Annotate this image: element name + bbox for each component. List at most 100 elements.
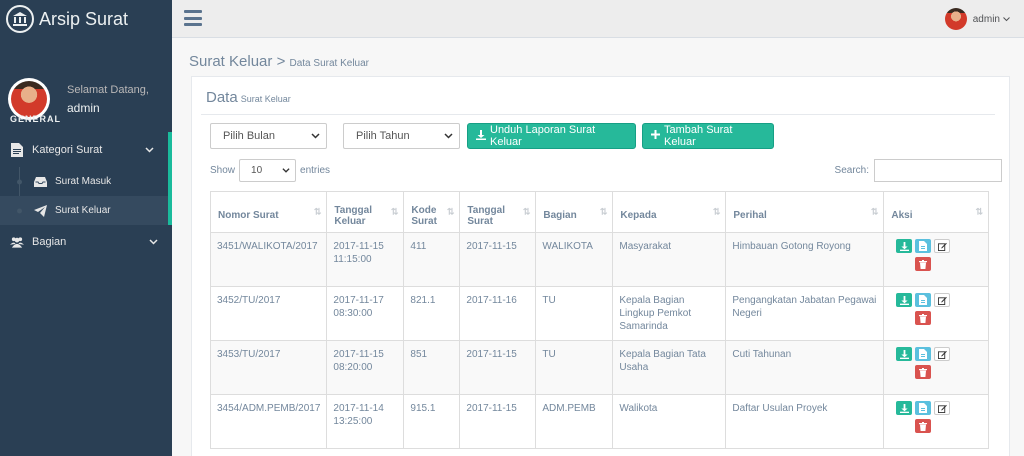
sidebar-item-label: Surat Masuk — [55, 176, 112, 187]
table-cell-kepada: Kepala Bagian Lingkup Pemkot Samarinda — [612, 286, 727, 341]
table-row: 3452/TU/2017 2017-11-17 08:30:00 821.1 2017… — [209, 286, 989, 341]
pdf-icon[interactable] — [915, 239, 932, 253]
table-cell-perihal: Himbauan Gotong Royong — [725, 232, 885, 287]
menu-toggle-icon[interactable] — [184, 10, 202, 26]
download-icon[interactable] — [896, 401, 913, 415]
panel-title: Data Surat Keluar — [206, 89, 291, 106]
show-entries: Show 10 entries — [210, 159, 330, 182]
user-menu-name: admin — [972, 13, 1000, 25]
download-report-button[interactable]: Unduh Laporan Surat Keluar — [467, 123, 636, 149]
table-cell-tgl-surat: 2017-11-15 — [459, 232, 537, 287]
inbox-icon — [33, 175, 47, 189]
delete-icon[interactable] — [915, 419, 932, 433]
chevron-down-icon — [282, 166, 290, 177]
column-header[interactable]: Tanggal Surat ⇅ — [459, 191, 537, 233]
sidebar-item-kategori-surat[interactable]: Kategori Surat — [0, 132, 172, 167]
users-icon — [10, 235, 24, 249]
column-header[interactable]: Tanggal Keluar ⇅ — [326, 191, 405, 233]
table-cell-tgl-keluar: 2017-11-15 11:15:00 — [326, 232, 405, 287]
sidebar-menu: Kategori Surat Surat Masuk Surat Keluar — [0, 132, 172, 259]
sort-icon: ⇅ — [390, 206, 399, 217]
page-subtitle: Data Surat Keluar — [289, 58, 370, 69]
month-select[interactable]: Pilih Bulan — [210, 123, 327, 149]
table-cell-actions — [883, 394, 989, 449]
column-header[interactable]: Aksi ⇅ — [883, 191, 989, 233]
chevron-down-icon — [1003, 14, 1010, 25]
sort-icon: ⇅ — [446, 206, 455, 217]
download-icon[interactable] — [896, 239, 913, 253]
column-header[interactable]: Kode Surat ⇅ — [403, 191, 461, 233]
sort-icon: ⇅ — [313, 206, 322, 217]
year-select[interactable]: Pilih Tahun — [343, 123, 460, 149]
table-cell-kode: 411 — [403, 232, 461, 287]
table-cell-bagian: TU — [535, 340, 614, 395]
sidebar-item-label: Bagian — [32, 236, 67, 248]
entries-select[interactable]: 10 — [239, 159, 297, 182]
table-cell-bagian: WALIKOTA — [535, 232, 614, 287]
brand[interactable]: Arsip Surat — [0, 0, 172, 38]
data-panel: Data Surat Keluar Pilih Bulan Pilih Tahun… — [191, 76, 1010, 456]
sidebar-item-label: Kategori Surat — [32, 143, 103, 156]
table-cell-tgl-keluar: 2017-11-15 08:20:00 — [326, 340, 405, 395]
download-icon[interactable] — [896, 347, 913, 361]
table-cell-actions — [883, 340, 989, 395]
sidebar-item-bagian[interactable]: Bagian — [0, 225, 172, 259]
pdf-icon[interactable] — [915, 293, 932, 307]
pdf-icon[interactable] — [915, 401, 932, 415]
download-icon[interactable] — [896, 293, 913, 307]
chevron-down-icon — [145, 144, 154, 156]
edit-icon[interactable] — [934, 239, 951, 253]
chevron-down-icon — [444, 131, 453, 143]
table-cell-tgl-surat: 2017-11-15 — [459, 394, 537, 449]
table-cell-kode: 821.1 — [403, 286, 461, 341]
table-cell-bagian: ADM.PEMB — [535, 394, 614, 449]
avatar — [944, 8, 967, 30]
edit-icon[interactable] — [934, 293, 951, 307]
table-cell-nomor: 3452/TU/2017 — [209, 286, 328, 341]
delete-icon[interactable] — [915, 311, 932, 325]
table-cell-actions — [883, 286, 989, 341]
pdf-icon[interactable] — [915, 347, 932, 361]
sort-icon: ⇅ — [522, 206, 531, 217]
sidebar-item-label: Surat Keluar — [55, 205, 111, 216]
table-cell-nomor: 3453/TU/2017 — [209, 340, 328, 395]
search-label: Search: — [834, 165, 869, 176]
plus-icon — [651, 130, 660, 142]
table-row: 3451/WALIKOTA/2017 2017-11-15 11:15:00 411… — [209, 232, 989, 287]
table-cell-kode: 915.1 — [403, 394, 461, 449]
table-cell-perihal: Cuti Tahunan — [725, 340, 885, 395]
table-cell-kepada: Kepala Bagian Tata Usaha — [612, 340, 727, 395]
column-header[interactable]: Perihal ⇅ — [725, 191, 885, 233]
main-content: Surat Keluar > Data Surat Keluar Data Sur… — [172, 39, 1024, 456]
top-navbar: admin — [172, 0, 1024, 38]
profile-username: admin — [67, 100, 100, 115]
column-header[interactable]: Nomor Surat ⇅ — [209, 191, 328, 233]
search-input[interactable] — [874, 159, 1002, 182]
table-cell-kepada: Walikota — [612, 394, 727, 449]
table-cell-bagian: TU — [535, 286, 614, 341]
table-cell-tgl-surat: 2017-11-16 — [459, 286, 537, 341]
sidebar-item-surat-keluar[interactable]: Surat Keluar — [0, 196, 168, 225]
table-cell-tgl-keluar: 2017-11-14 13:25:00 — [326, 394, 405, 449]
column-header[interactable]: Kepada ⇅ — [612, 191, 727, 233]
edit-icon[interactable] — [934, 401, 951, 415]
table-cell-tgl-surat: 2017-11-15 — [459, 340, 537, 395]
add-surat-keluar-button[interactable]: Tambah Surat Keluar — [642, 123, 774, 149]
chevron-down-icon — [149, 236, 158, 248]
table-cell-kepada: Masyarakat — [612, 232, 727, 287]
table-search: Search: — [835, 159, 1002, 182]
delete-icon[interactable] — [915, 365, 932, 379]
sort-icon: ⇅ — [975, 206, 983, 217]
user-menu[interactable]: admin — [944, 8, 1010, 30]
column-header[interactable]: Bagian ⇅ — [535, 191, 614, 233]
delete-icon[interactable] — [915, 257, 932, 271]
sort-icon: ⇅ — [712, 206, 721, 217]
paper-plane-icon — [33, 204, 47, 218]
profile: Selamat Datang, admin — [0, 38, 172, 144]
sort-icon: ⇅ — [599, 206, 608, 217]
edit-icon[interactable] — [934, 347, 951, 361]
file-icon — [10, 142, 24, 157]
table-row: 3454/ADM.PEMB/2017 2017-11-14 13:25:00 915… — [209, 394, 989, 449]
table-row: 3453/TU/2017 2017-11-15 08:20:00 851 2017-1… — [209, 340, 989, 395]
sidebar-item-surat-masuk[interactable]: Surat Masuk — [0, 167, 168, 196]
